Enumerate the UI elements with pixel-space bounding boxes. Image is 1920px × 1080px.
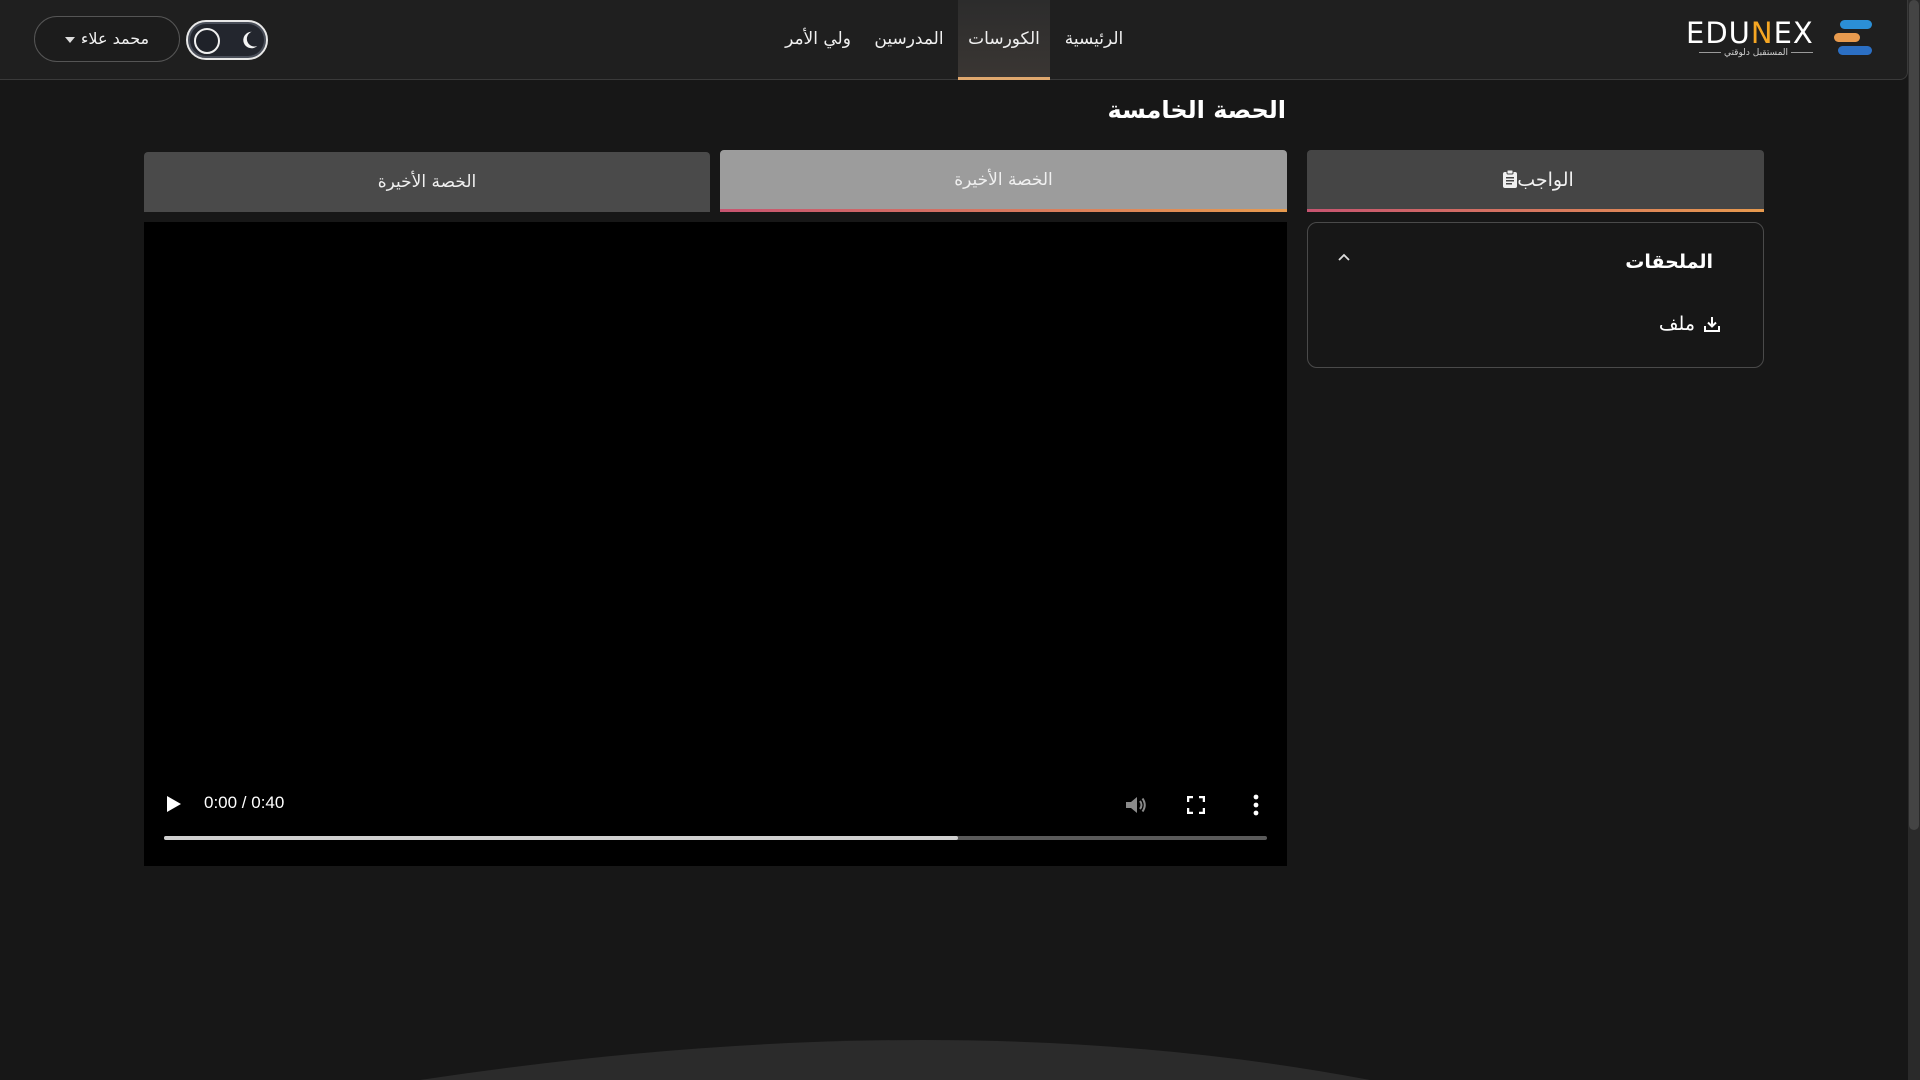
attachments-title: الملحقات [1625, 251, 1713, 273]
nav-teachers[interactable]: المدرسين [866, 0, 952, 80]
user-name: محمد علاء [80, 29, 150, 48]
theme-toggle[interactable] [186, 20, 268, 60]
tab-last-lesson[interactable]: الخصة الأخيرة [144, 152, 710, 212]
user-menu-button[interactable]: محمد علاء [34, 16, 180, 62]
top-navbar: EDUNEX المستقبل دلوقتي الرئيسية الكورسات… [0, 0, 1908, 80]
caret-down-icon [64, 36, 75, 43]
tab-homework[interactable]: الواجب [1307, 150, 1764, 212]
volume-icon[interactable] [1124, 794, 1148, 816]
logo-text-main: EDU [1686, 16, 1751, 50]
video-progress-fill [164, 836, 959, 840]
toggle-knob [194, 28, 220, 54]
logo-wordmark: EDUNEX [1686, 18, 1814, 48]
attachments-panel: الملحقات ملف [1307, 222, 1764, 368]
fullscreen-icon[interactable] [1187, 796, 1205, 814]
play-icon[interactable] [166, 795, 182, 813]
attachment-file-link[interactable]: ملف [1659, 313, 1721, 335]
download-icon [1704, 317, 1720, 332]
tab-last-lesson-active[interactable]: الخصة الأخيرة [720, 150, 1287, 212]
page-scrollbar-thumb[interactable] [1909, 0, 1919, 830]
nav-home[interactable]: الرئيسية [1055, 0, 1133, 80]
video-progress-bar[interactable] [164, 836, 1267, 840]
logo-tagline: المستقبل دلوقتي [1686, 48, 1826, 58]
logo-text-accent: N [1750, 16, 1774, 50]
video-time: 0:00 / 0:40 [204, 793, 285, 812]
logo-mark-icon [1834, 20, 1872, 56]
more-options-icon[interactable] [1253, 794, 1259, 816]
footer-wave [420, 1040, 1370, 1080]
nav-parent[interactable]: ولي الأمر [776, 0, 860, 80]
edunex-logo[interactable]: EDUNEX المستقبل دلوقتي [1686, 18, 1874, 58]
nav-courses[interactable]: الكورسات [958, 0, 1050, 80]
video-player[interactable]: 0:00 / 0:40 [144, 222, 1287, 866]
chevron-up-icon[interactable] [1336, 251, 1352, 263]
tab-homework-label: الواجب [1517, 169, 1574, 191]
logo-text-end: EX [1773, 16, 1814, 50]
attachment-file-label: ملف [1658, 313, 1695, 335]
clipboard-icon [1503, 170, 1518, 188]
moon-icon [243, 31, 258, 49]
page-title: الحصة الخامسة [1107, 96, 1286, 124]
